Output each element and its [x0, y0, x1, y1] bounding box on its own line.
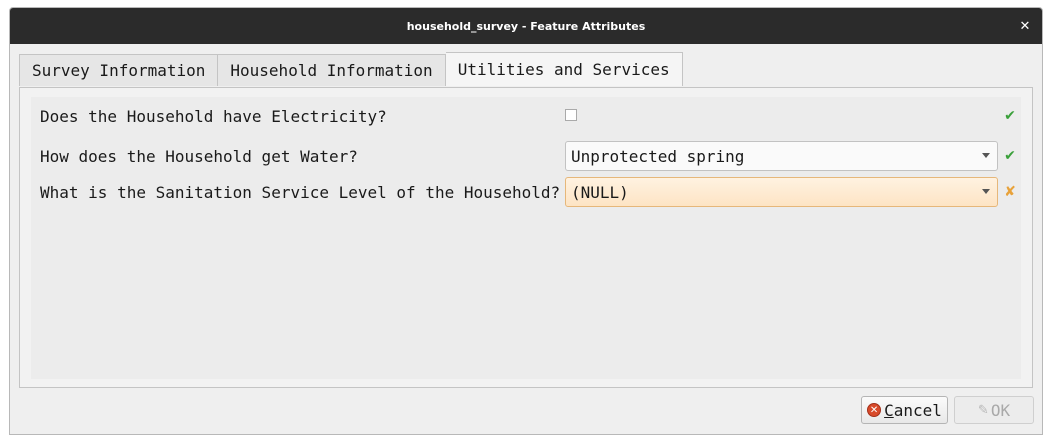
- tab-panel: Does the Household have Electricity? ✔ H…: [19, 87, 1033, 388]
- window-title: household_survey - Feature Attributes: [406, 19, 646, 33]
- title-bar[interactable]: household_survey - Feature Attributes ✕: [10, 8, 1042, 44]
- valid-check-icon: ✔: [1004, 108, 1016, 124]
- cancel-button-label: Cancel: [884, 401, 942, 420]
- pencil-icon: ✎: [977, 402, 989, 418]
- field-row-water: How does the Household get Water? Unprot…: [31, 141, 1021, 171]
- tab-survey-information[interactable]: Survey Information: [19, 54, 219, 86]
- water-source-value: Unprotected spring: [571, 146, 745, 166]
- ok-button-label: OK: [990, 400, 1011, 420]
- invalid-cross-icon: ✘: [1004, 184, 1016, 200]
- chevron-down-icon: [982, 189, 990, 194]
- electricity-checkbox[interactable]: [565, 109, 577, 121]
- cancel-button[interactable]: ✕ Cancel: [861, 396, 948, 424]
- water-source-combobox[interactable]: Unprotected spring: [565, 141, 998, 171]
- cancel-label-rest: ancel: [893, 400, 942, 420]
- close-icon[interactable]: ✕: [1016, 17, 1034, 35]
- tab-household-information[interactable]: Household Information: [218, 54, 446, 86]
- cancel-icon: ✕: [867, 403, 882, 417]
- form-area: Does the Household have Electricity? ✔ H…: [31, 97, 1021, 379]
- field-row-sanitation: What is the Sanitation Service Level of …: [31, 177, 1021, 207]
- feature-attributes-dialog: household_survey - Feature Attributes ✕ …: [9, 7, 1043, 435]
- tab-bar: Survey Information Household Information…: [19, 52, 683, 88]
- cancel-mnemonic-letter: C: [884, 400, 894, 420]
- sanitation-level-value: (NULL): [571, 182, 629, 202]
- field-label-electricity: Does the Household have Electricity?: [40, 106, 387, 126]
- field-row-electricity: Does the Household have Electricity? ✔: [31, 101, 1021, 131]
- field-label-water: How does the Household get Water?: [40, 146, 358, 166]
- chevron-down-icon: [982, 153, 990, 158]
- sanitation-level-combobox[interactable]: (NULL): [565, 177, 998, 207]
- tab-utilities-and-services[interactable]: Utilities and Services: [445, 52, 683, 86]
- field-label-sanitation: What is the Sanitation Service Level of …: [40, 182, 561, 202]
- ok-button[interactable]: ✎ OK: [954, 396, 1034, 424]
- valid-check-icon: ✔: [1004, 148, 1016, 164]
